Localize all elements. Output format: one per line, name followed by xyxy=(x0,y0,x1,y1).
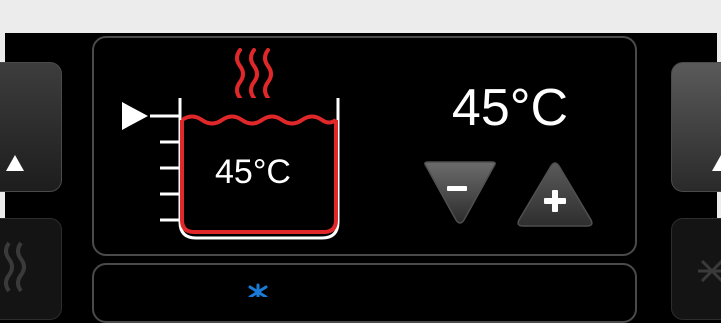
mountain-icon xyxy=(6,155,24,171)
cooling-panel xyxy=(92,263,637,323)
minus-icon xyxy=(447,186,467,191)
top-frame xyxy=(0,0,721,33)
set-temperature: 45°C xyxy=(451,79,569,137)
heat-waves-icon xyxy=(235,48,273,98)
left-side-button-bottom[interactable] xyxy=(0,218,62,320)
mountain-icon xyxy=(712,155,721,171)
increase-button[interactable] xyxy=(515,158,595,230)
decrease-button[interactable] xyxy=(420,158,500,228)
play-triangle-icon xyxy=(122,102,148,130)
left-side-button-top[interactable] xyxy=(0,62,62,192)
right-side-button-bottom[interactable] xyxy=(671,218,721,320)
heat-waves-icon xyxy=(4,241,26,293)
snowflake-icon xyxy=(698,259,721,283)
right-side-button-top[interactable] xyxy=(671,62,721,192)
snowflake-icon xyxy=(248,283,268,297)
current-temperature: 45°C xyxy=(215,153,291,191)
